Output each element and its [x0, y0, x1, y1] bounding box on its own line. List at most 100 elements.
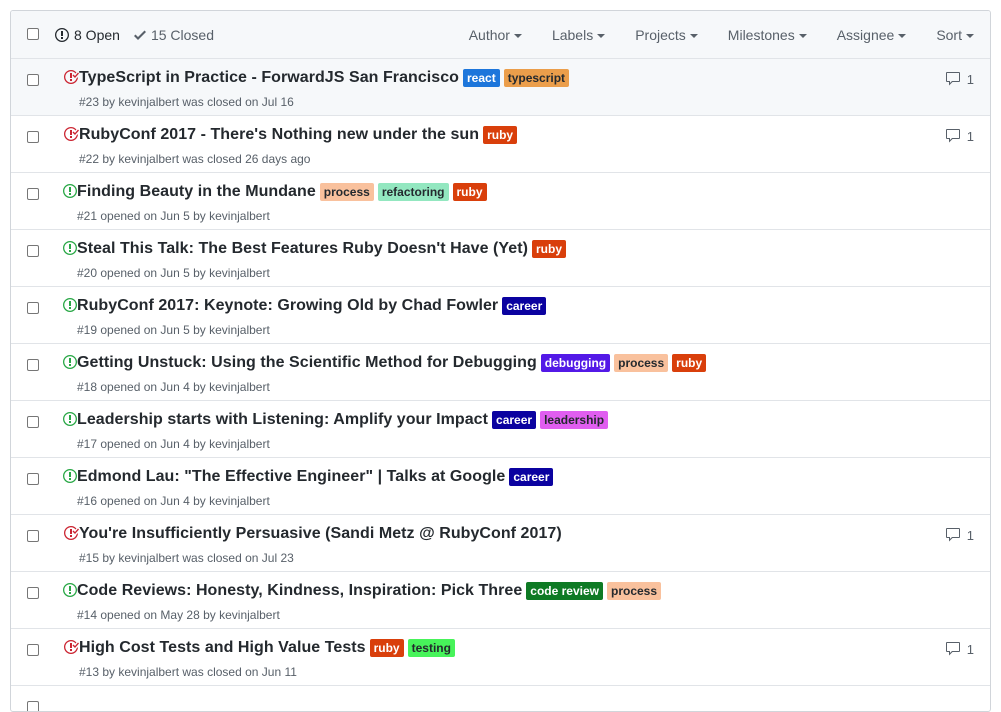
closed-count-label: 15 Closed — [150, 26, 214, 43]
open-issues-link[interactable]: 8 Open — [55, 27, 120, 43]
issue-title-line: Leadership starts with Listening: Amplif… — [77, 411, 612, 429]
issue-meta: #17 opened on Jun 4 by kevinjalbert — [77, 437, 270, 451]
issue-row[interactable]: RubyConf 2017: Keynote: Growing Old by C… — [11, 287, 990, 344]
issue-row[interactable]: Getting Unstuck: Using the Scientific Me… — [11, 344, 990, 401]
issue-title-link[interactable]: Steal This Talk: The Best Features Ruby … — [77, 240, 528, 258]
issue-checkbox[interactable] — [27, 359, 39, 371]
issue-label[interactable]: typescript — [503, 69, 570, 87]
issue-meta: #19 opened on Jun 5 by kevinjalbert — [77, 323, 270, 337]
comment-count: 1 — [966, 71, 974, 87]
select-all-checkbox[interactable] — [27, 28, 39, 40]
issue-checkbox[interactable] — [27, 530, 39, 542]
issue-label[interactable]: process — [614, 354, 669, 372]
labels-filter[interactable]: Labels — [551, 26, 606, 43]
issue-title-link[interactable]: You're Insufficiently Persuasive (Sandi … — [79, 525, 562, 543]
comment-count: 1 — [966, 527, 974, 543]
closed-issues-link[interactable]: 15 Closed — [133, 26, 214, 43]
issue-label[interactable]: code review — [526, 582, 603, 600]
comment-icon — [945, 72, 960, 86]
issue-label[interactable]: ruby — [369, 639, 404, 657]
issue-label[interactable]: ruby — [483, 126, 518, 144]
issue-row[interactable]: TypeScript in Practice - ForwardJS San F… — [11, 59, 990, 116]
projects-filter[interactable]: Projects — [635, 27, 698, 43]
milestones-filter-label: Milestones — [727, 26, 795, 43]
issue-checkbox[interactable] — [27, 473, 39, 485]
issue-checkbox[interactable] — [27, 74, 39, 86]
comments-link[interactable]: 1 — [945, 527, 974, 543]
issue-title-link[interactable]: TypeScript in Practice - ForwardJS San F… — [79, 69, 459, 87]
issue-row[interactable]: Edmond Lau: "The Effective Engineer" | T… — [11, 458, 990, 515]
issue-label[interactable]: ruby — [452, 183, 487, 201]
labels-filter-label: Labels — [551, 26, 594, 43]
issue-row[interactable] — [11, 686, 990, 711]
issue-checkbox[interactable] — [27, 131, 39, 143]
assignee-filter[interactable]: Assignee — [837, 27, 907, 43]
issue-label[interactable]: debugging — [540, 354, 611, 372]
issue-meta: #13 by kevinjalbert was closed on Jun 11 — [79, 665, 297, 679]
issue-checkbox[interactable] — [27, 188, 39, 200]
issue-title-link[interactable]: High Cost Tests and High Value Tests — [79, 639, 366, 657]
author-filter-label: Author — [468, 26, 510, 43]
sort-filter-label: Sort — [936, 26, 962, 43]
issue-label[interactable]: ruby — [531, 240, 566, 258]
issue-label[interactable]: career — [509, 468, 554, 486]
issue-title-link[interactable]: Getting Unstuck: Using the Scientific Me… — [77, 354, 537, 372]
issue-row[interactable]: RubyConf 2017 - There's Nothing new unde… — [11, 116, 990, 173]
comments-link[interactable]: 1 — [945, 641, 974, 657]
issue-closed-icon — [64, 126, 79, 141]
issue-label[interactable]: process — [606, 582, 662, 600]
issue-title-line: RubyConf 2017: Keynote: Growing Old by C… — [77, 297, 550, 315]
issue-label[interactable]: refactoring — [377, 183, 449, 201]
comments-link[interactable]: 1 — [945, 128, 974, 144]
issue-checkbox[interactable] — [27, 302, 39, 314]
issue-row[interactable]: Code Reviews: Honesty, Kindness, Inspira… — [11, 572, 990, 629]
issue-meta: #15 by kevinjalbert was closed on Jul 23 — [79, 551, 294, 565]
chevron-down-icon — [898, 33, 907, 38]
issue-title-link[interactable]: Leadership starts with Listening: Amplif… — [77, 411, 488, 429]
issue-label[interactable]: career — [502, 297, 547, 315]
issue-row[interactable]: Finding Beauty in the Mundane process refa… — [11, 173, 990, 230]
milestones-filter[interactable]: Milestones — [728, 27, 807, 43]
issue-checkbox[interactable] — [27, 416, 39, 428]
issue-label[interactable]: ruby — [672, 354, 707, 372]
issue-title-link[interactable]: Code Reviews: Honesty, Kindness, Inspira… — [77, 582, 522, 600]
issue-opened-icon — [55, 27, 69, 42]
issue-label[interactable]: career — [492, 411, 537, 429]
issue-meta: #18 opened on Jun 4 by kevinjalbert — [77, 380, 270, 394]
issue-title-line: Getting Unstuck: Using the Scientific Me… — [77, 354, 710, 372]
issue-closed-icon — [64, 526, 79, 540]
sort-filter[interactable]: Sort — [936, 27, 974, 43]
issues-list-header: 8 Open 15 Closed Author Labels Projects … — [11, 11, 990, 59]
author-filter[interactable]: Author — [469, 27, 522, 43]
issue-title-link[interactable]: Edmond Lau: "The Effective Engineer" | T… — [77, 468, 505, 486]
issue-title-link[interactable]: Finding Beauty in the Mundane — [77, 183, 316, 201]
comment-count: 1 — [966, 128, 974, 144]
issue-label[interactable]: process — [319, 183, 374, 201]
projects-filter-label: Projects — [635, 26, 686, 43]
comment-icon — [945, 528, 960, 542]
issue-row[interactable]: Steal This Talk: The Best Features Ruby … — [11, 230, 990, 287]
issue-label[interactable]: leadership — [540, 411, 609, 429]
issue-title-link[interactable]: RubyConf 2017 - There's Nothing new unde… — [79, 126, 479, 144]
issue-checkbox[interactable] — [27, 587, 39, 599]
issue-title-line: High Cost Tests and High Value Tests ruby… — [79, 639, 459, 657]
issue-checkbox[interactable] — [27, 701, 39, 711]
issue-row[interactable]: Leadership starts with Listening: Amplif… — [11, 401, 990, 458]
issue-state-toggle: 8 Open 15 Closed — [55, 11, 228, 58]
issue-meta: #22 by kevinjalbert was closed 26 days a… — [79, 152, 311, 166]
issue-label[interactable]: testing — [407, 639, 455, 657]
issue-label[interactable]: react — [463, 69, 500, 87]
issue-checkbox[interactable] — [27, 644, 39, 656]
issue-title-line: Edmond Lau: "The Effective Engineer" | T… — [77, 468, 557, 486]
issue-meta: #16 opened on Jun 4 by kevinjalbert — [77, 494, 270, 508]
issue-closed-icon — [64, 640, 79, 654]
comment-icon — [945, 129, 960, 143]
issues-list: TypeScript in Practice - ForwardJS San F… — [11, 59, 990, 711]
issue-row[interactable]: High Cost Tests and High Value Tests ruby… — [11, 629, 990, 686]
issue-closed-icon — [64, 69, 79, 84]
comments-link[interactable]: 1 — [945, 71, 974, 87]
issue-checkbox[interactable] — [27, 245, 39, 257]
issue-title-link[interactable]: RubyConf 2017: Keynote: Growing Old by C… — [77, 297, 498, 315]
issue-meta: #14 opened on May 28 by kevinjalbert — [77, 608, 280, 622]
issue-row[interactable]: You're Insufficiently Persuasive (Sandi … — [11, 515, 990, 572]
